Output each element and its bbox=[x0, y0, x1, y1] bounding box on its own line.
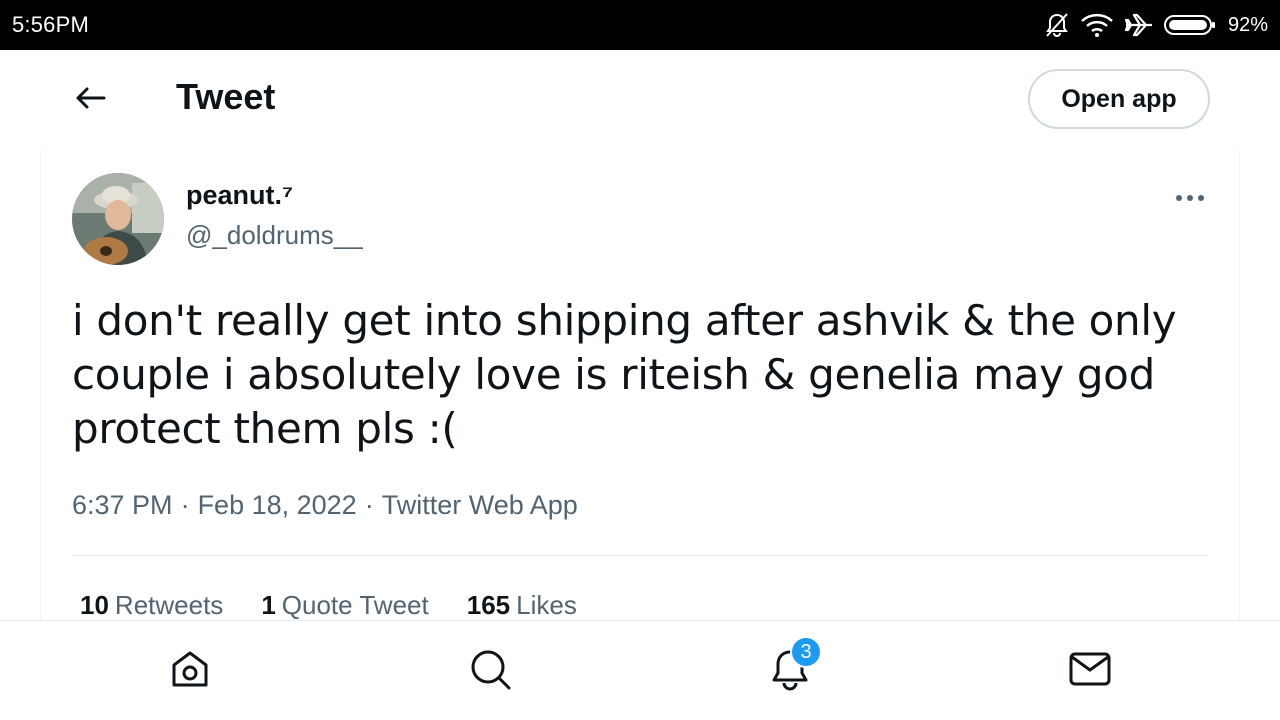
battery-icon bbox=[1163, 14, 1216, 36]
tweet-source[interactable]: Twitter Web App bbox=[382, 490, 578, 521]
divider bbox=[72, 555, 1208, 556]
open-app-button[interactable]: Open app bbox=[1028, 69, 1210, 129]
battery-percent: 92% bbox=[1227, 13, 1268, 36]
meta-separator: · bbox=[180, 490, 190, 520]
messages-icon bbox=[1068, 647, 1112, 696]
tweet-meta: 6:37 PM · Feb 18, 2022 · Twitter Web App bbox=[72, 490, 578, 521]
quotes-label: Quote Tweet bbox=[281, 590, 429, 620]
back-arrow-icon bbox=[74, 86, 106, 115]
status-bar: 5:56PM 92% bbox=[0, 0, 1280, 50]
quotes-count: 1 bbox=[261, 590, 276, 620]
app-header: Tweet Open app bbox=[0, 50, 1280, 148]
display-name[interactable]: peanut.⁷ bbox=[186, 180, 293, 211]
back-button[interactable] bbox=[70, 80, 110, 120]
bottom-nav bbox=[0, 620, 1280, 720]
likes-count: 165 bbox=[466, 590, 511, 620]
airplane-icon bbox=[1124, 12, 1154, 38]
more-dots-icon bbox=[1175, 189, 1205, 207]
wifi-icon bbox=[1080, 12, 1114, 38]
retweets-stat[interactable]: 10 Retweets bbox=[80, 590, 223, 621]
tweet-time[interactable]: 6:37 PM bbox=[72, 490, 173, 521]
quotes-stat[interactable]: 1 Quote Tweet bbox=[261, 590, 428, 621]
avatar[interactable] bbox=[72, 173, 164, 265]
nav-search[interactable] bbox=[468, 649, 512, 693]
notifications-badge: 3 bbox=[790, 636, 822, 668]
retweets-count: 10 bbox=[80, 590, 109, 620]
tweet-date[interactable]: Feb 18, 2022 bbox=[198, 490, 357, 521]
retweets-label: Retweets bbox=[114, 590, 224, 620]
likes-label: Likes bbox=[516, 590, 577, 620]
bell-muted-icon bbox=[1044, 12, 1070, 38]
more-options-button[interactable] bbox=[1168, 182, 1212, 214]
tweet-text: i don't really get into shipping after a… bbox=[72, 296, 1177, 453]
nav-home[interactable] bbox=[168, 649, 212, 693]
likes-stat[interactable]: 165 Likes bbox=[467, 590, 577, 621]
nav-messages[interactable] bbox=[1068, 649, 1112, 693]
search-icon bbox=[468, 647, 512, 696]
status-icons: 92% bbox=[1044, 11, 1268, 39]
tweet-stats: 10 Retweets 1 Quote Tweet 165 Likes bbox=[80, 590, 577, 621]
meta-separator: · bbox=[364, 490, 374, 520]
user-handle[interactable]: @_doldrums__ bbox=[186, 220, 363, 251]
status-time: 5:56PM bbox=[12, 12, 90, 37]
home-icon bbox=[168, 647, 212, 696]
page-title: Tweet bbox=[176, 76, 276, 117]
